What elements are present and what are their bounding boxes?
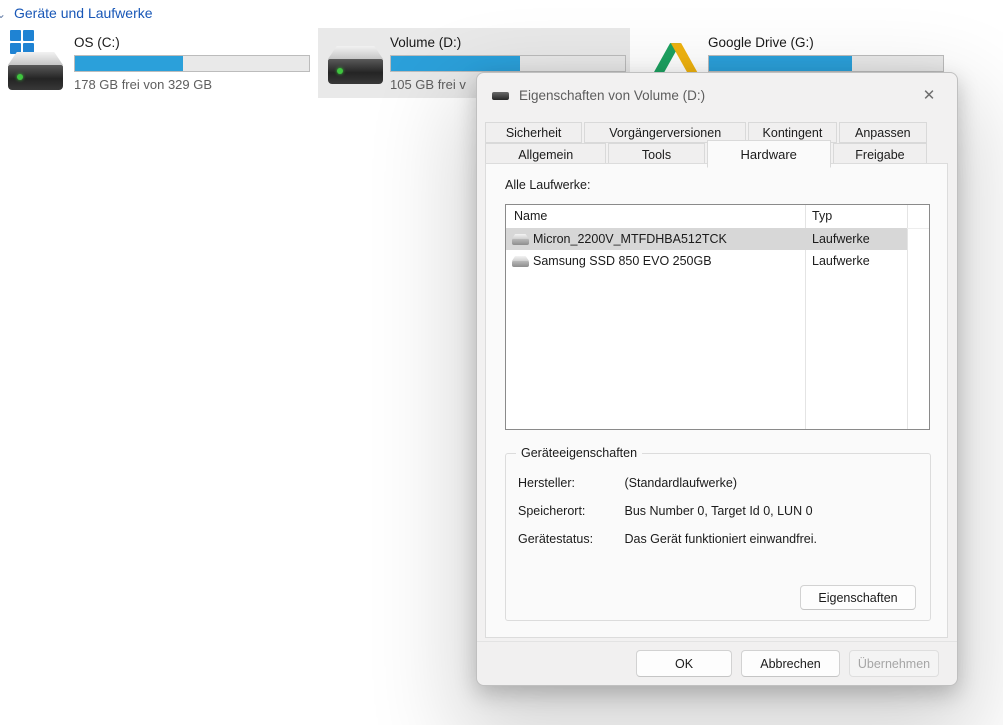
small-drive-icon	[512, 234, 529, 245]
ok-button[interactable]: OK	[636, 650, 732, 677]
device-properties-group: Geräteeigenschaften Hersteller: (Standar…	[505, 446, 931, 621]
drives-list[interactable]: Name Typ Micron_2200V_MTFDHBA512TCK Lauf…	[505, 204, 930, 430]
collapse-chevron-icon[interactable]: ⌄	[0, 7, 6, 21]
capacity-bar	[74, 55, 310, 72]
group-legend: Geräteeigenschaften	[516, 446, 643, 460]
properties-dialog: Eigenschaften von Volume (D:) ✕ Sicherhe…	[476, 72, 958, 686]
drive-name: Google Drive (G:)	[708, 35, 814, 50]
drive-name: OS (C:)	[74, 35, 120, 50]
drive-name: Volume (D:)	[390, 35, 462, 50]
drive-icon	[492, 92, 509, 100]
cancel-button[interactable]: Abbrechen	[741, 650, 840, 677]
list-header: Name Typ	[506, 205, 929, 229]
dialog-titlebar[interactable]: Eigenschaften von Volume (D:) ✕	[477, 73, 957, 117]
hard-drive-icon	[8, 52, 63, 92]
tab-anpassen[interactable]: Anpassen	[838, 122, 928, 143]
column-header-type[interactable]: Typ	[812, 209, 832, 223]
capacity-bar	[390, 55, 626, 72]
free-space-text: 178 GB frei von 329 GB	[74, 77, 213, 92]
location-row: Speicherort: Bus Number 0, Target Id 0, …	[518, 504, 813, 518]
capacity-bar	[708, 55, 944, 72]
hard-drive-icon	[328, 46, 383, 86]
explorer-window: ⌄ Geräte und Laufwerke OS (C:) 178 GB fr…	[0, 0, 1003, 725]
column-header-name[interactable]: Name	[514, 209, 547, 223]
dialog-footer: OK Abbrechen Übernehmen	[477, 641, 957, 685]
manufacturer-row: Hersteller: (Standardlaufwerke)	[518, 476, 738, 490]
apply-button[interactable]: Übernehmen	[849, 650, 939, 677]
dialog-title: Eigenschaften von Volume (D:)	[519, 87, 706, 103]
tab-sicherheit[interactable]: Sicherheit	[485, 122, 583, 143]
close-icon[interactable]: ✕	[911, 78, 947, 112]
small-drive-icon	[512, 256, 529, 267]
drive-tile-os-c[interactable]: OS (C:) 178 GB frei von 329 GB	[2, 28, 314, 98]
device-status-row: Gerätestatus: Das Gerät funktioniert ein…	[518, 532, 817, 546]
tab-hardware[interactable]: Hardware	[706, 140, 831, 168]
all-drives-label: Alle Laufwerke:	[505, 178, 591, 192]
list-item-samsung[interactable]: Samsung SSD 850 EVO 250GB Laufwerke	[506, 250, 907, 272]
free-space-text: 105 GB frei v	[390, 77, 466, 92]
hardware-tab-pane: Alle Laufwerke: Name Typ Micron_2200V_MT…	[485, 163, 948, 638]
devices-and-drives-header[interactable]: Geräte und Laufwerke	[14, 5, 153, 21]
windows-logo-icon	[10, 30, 34, 54]
properties-button[interactable]: Eigenschaften	[800, 585, 916, 610]
list-item-micron[interactable]: Micron_2200V_MTFDHBA512TCK Laufwerke	[506, 228, 907, 250]
